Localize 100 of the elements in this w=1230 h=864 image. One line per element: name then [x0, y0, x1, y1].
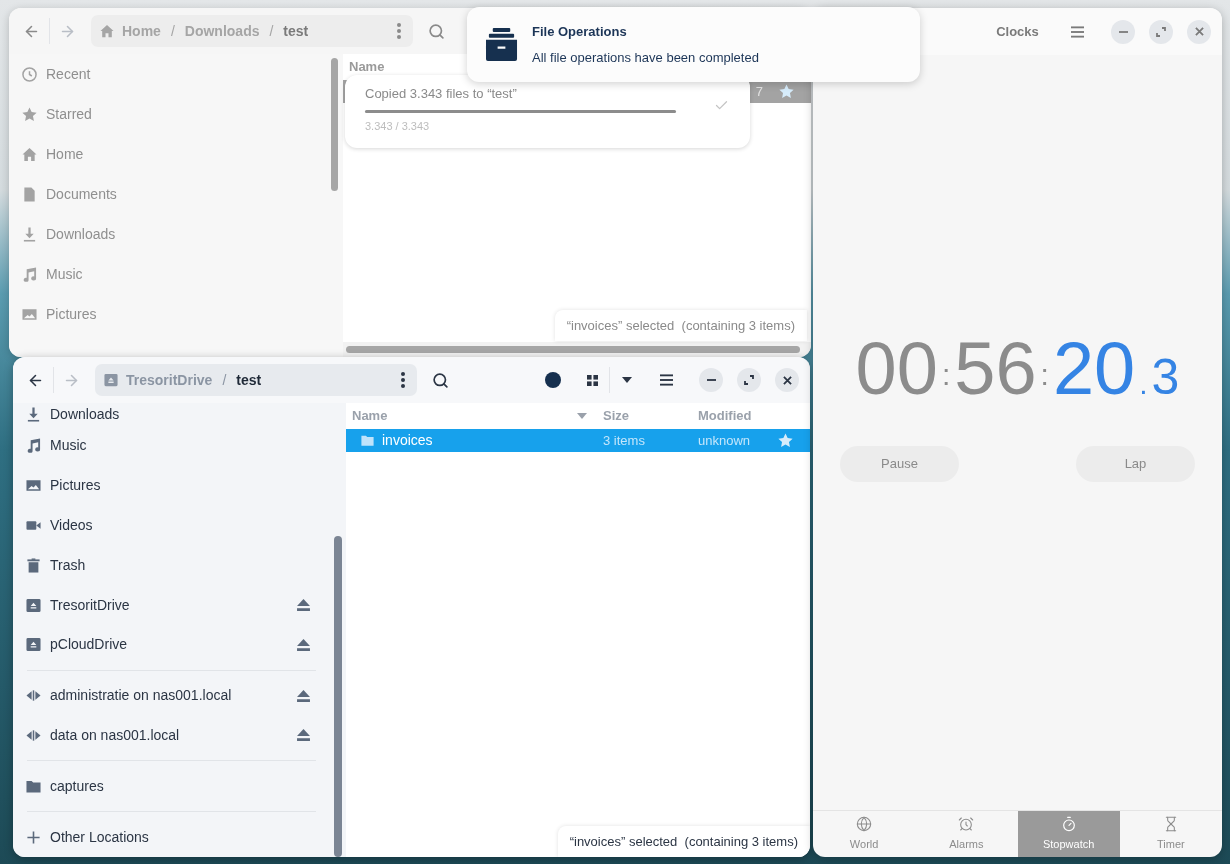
window-title: Clocks — [996, 22, 1039, 41]
globe-icon — [856, 815, 873, 832]
sidebar-item[interactable]: Starred — [9, 94, 326, 134]
sidebar-item[interactable]: data on nas001.local — [13, 715, 330, 756]
path-separator: / — [170, 21, 175, 41]
document-icon — [22, 186, 37, 202]
download-icon — [26, 406, 41, 422]
sidebar-item[interactable]: Music — [9, 254, 326, 294]
alarm-clock-icon — [958, 815, 975, 832]
network-share-icon — [26, 728, 41, 743]
path-crumb[interactable]: Home — [122, 20, 161, 42]
stopwatch-icon — [1060, 815, 1077, 832]
sidebar-item[interactable]: Videos — [13, 505, 330, 546]
time-fraction: 3 — [1151, 352, 1180, 402]
drive-icon — [26, 597, 41, 613]
maximize-icon — [1156, 26, 1166, 37]
sidebar-item[interactable]: Music — [13, 425, 330, 466]
sidebar-item[interactable]: Pictures — [13, 465, 330, 506]
status-overlay: “invoices” selected (containing 3 items) — [554, 310, 807, 341]
sidebar-item[interactable]: pCloudDrive — [13, 624, 330, 665]
more-options-icon[interactable] — [401, 372, 405, 388]
path-crumb[interactable]: test — [283, 20, 309, 42]
notification-title: File Operations — [532, 23, 628, 41]
home-icon — [100, 24, 114, 38]
maximize-icon — [744, 375, 754, 385]
progress-count: 3.343 / 3.343 — [365, 118, 431, 134]
trash-icon — [26, 557, 41, 573]
maximize-button[interactable] — [737, 368, 761, 392]
close-button[interactable] — [775, 368, 799, 392]
sidebar-item[interactable]: Recent — [9, 54, 326, 94]
path-crumb[interactable]: test — [236, 369, 262, 391]
folder-icon — [26, 778, 41, 794]
time-digits: 20 — [1052, 332, 1136, 406]
scrollbar-thumb[interactable] — [331, 58, 338, 191]
view-tab[interactable]: Timer — [1119, 811, 1222, 857]
drive-icon — [26, 637, 41, 653]
view-tab[interactable]: World — [813, 811, 916, 857]
file-size: 3 items — [602, 431, 646, 450]
clock-icon — [22, 66, 37, 82]
minimize-icon — [706, 379, 716, 381]
minimize-icon — [1118, 30, 1128, 33]
sidebar-item[interactable]: Downloads — [9, 214, 326, 254]
search-icon[interactable] — [432, 371, 449, 389]
time-digits: 00 — [855, 332, 938, 406]
sidebar-item[interactable]: administratie on nas001.local — [13, 675, 330, 716]
eject-icon[interactable] — [297, 638, 310, 651]
stopwatch-button[interactable]: Pause — [840, 446, 959, 482]
music-note-icon — [26, 438, 41, 454]
sidebar-item[interactable]: Downloads — [13, 403, 330, 426]
horizontal-scrollbar[interactable] — [346, 346, 800, 353]
time-digits: 56 — [954, 332, 1037, 406]
file-cabinet-icon — [485, 28, 518, 61]
file-modified: 7 — [755, 82, 763, 101]
path-bar[interactable]: Home / Downloads / test — [91, 15, 413, 47]
file-modified: unknown — [697, 431, 751, 450]
menu-icon[interactable] — [660, 374, 673, 386]
file-name: invoices — [382, 431, 433, 450]
grid-view-icon[interactable] — [587, 374, 598, 386]
view-tab[interactable]: Alarms — [915, 811, 1018, 857]
folder-icon — [361, 434, 374, 447]
star-icon — [22, 106, 37, 122]
notification-body: All file operations have been completed — [532, 48, 759, 67]
sidebar-item[interactable]: Documents — [9, 174, 326, 214]
sidebar-item[interactable]: Other Locations — [13, 817, 330, 857]
close-icon — [1194, 27, 1204, 36]
status-overlay: “invoices” selected (containing 3 items) — [557, 826, 810, 857]
star-icon[interactable] — [779, 84, 794, 99]
drive-icon — [104, 373, 118, 387]
sidebar-item[interactable]: Home — [9, 134, 326, 174]
eject-icon[interactable] — [297, 729, 310, 742]
column-header[interactable]: Name — [346, 403, 597, 429]
stopwatch-button[interactable]: Lap — [1076, 446, 1195, 482]
path-crumb[interactable]: Downloads — [184, 20, 260, 42]
path-crumb[interactable]: TresoritDrive — [126, 369, 213, 391]
caret-down-icon[interactable] — [622, 377, 632, 383]
sidebar-item[interactable]: captures — [13, 766, 330, 807]
dark-circle-icon[interactable] — [545, 372, 561, 388]
sidebar-item[interactable]: Trash — [13, 545, 330, 586]
scrollbar-thumb[interactable] — [334, 536, 342, 857]
sidebar-item[interactable]: Pictures — [9, 294, 326, 334]
eject-icon[interactable] — [297, 599, 310, 612]
eject-icon[interactable] — [297, 689, 310, 702]
view-tab[interactable]: Stopwatch — [1017, 811, 1120, 857]
download-icon — [22, 226, 37, 242]
file-row[interactable]: invoices 3 items unknown — [346, 429, 810, 452]
sidebar-item[interactable]: TresoritDrive — [13, 585, 330, 625]
network-share-icon — [26, 688, 41, 704]
column-header[interactable]: Size — [597, 403, 692, 429]
home-icon — [22, 146, 37, 162]
time-separator: . — [1139, 369, 1148, 399]
notification-banner[interactable]: File Operations All file operations have been completed — [467, 7, 920, 82]
column-header[interactable]: Modified — [692, 403, 810, 429]
operation-title: Copied 3.343 files to “test” — [365, 85, 518, 103]
star-icon[interactable] — [778, 433, 793, 448]
music-note-icon — [22, 266, 37, 282]
time-separator: : — [1040, 360, 1049, 390]
path-bar[interactable]: TresoritDrive / test — [95, 364, 417, 396]
close-icon — [782, 375, 792, 385]
time-separator: : — [941, 360, 951, 390]
minimize-button[interactable] — [699, 368, 723, 392]
